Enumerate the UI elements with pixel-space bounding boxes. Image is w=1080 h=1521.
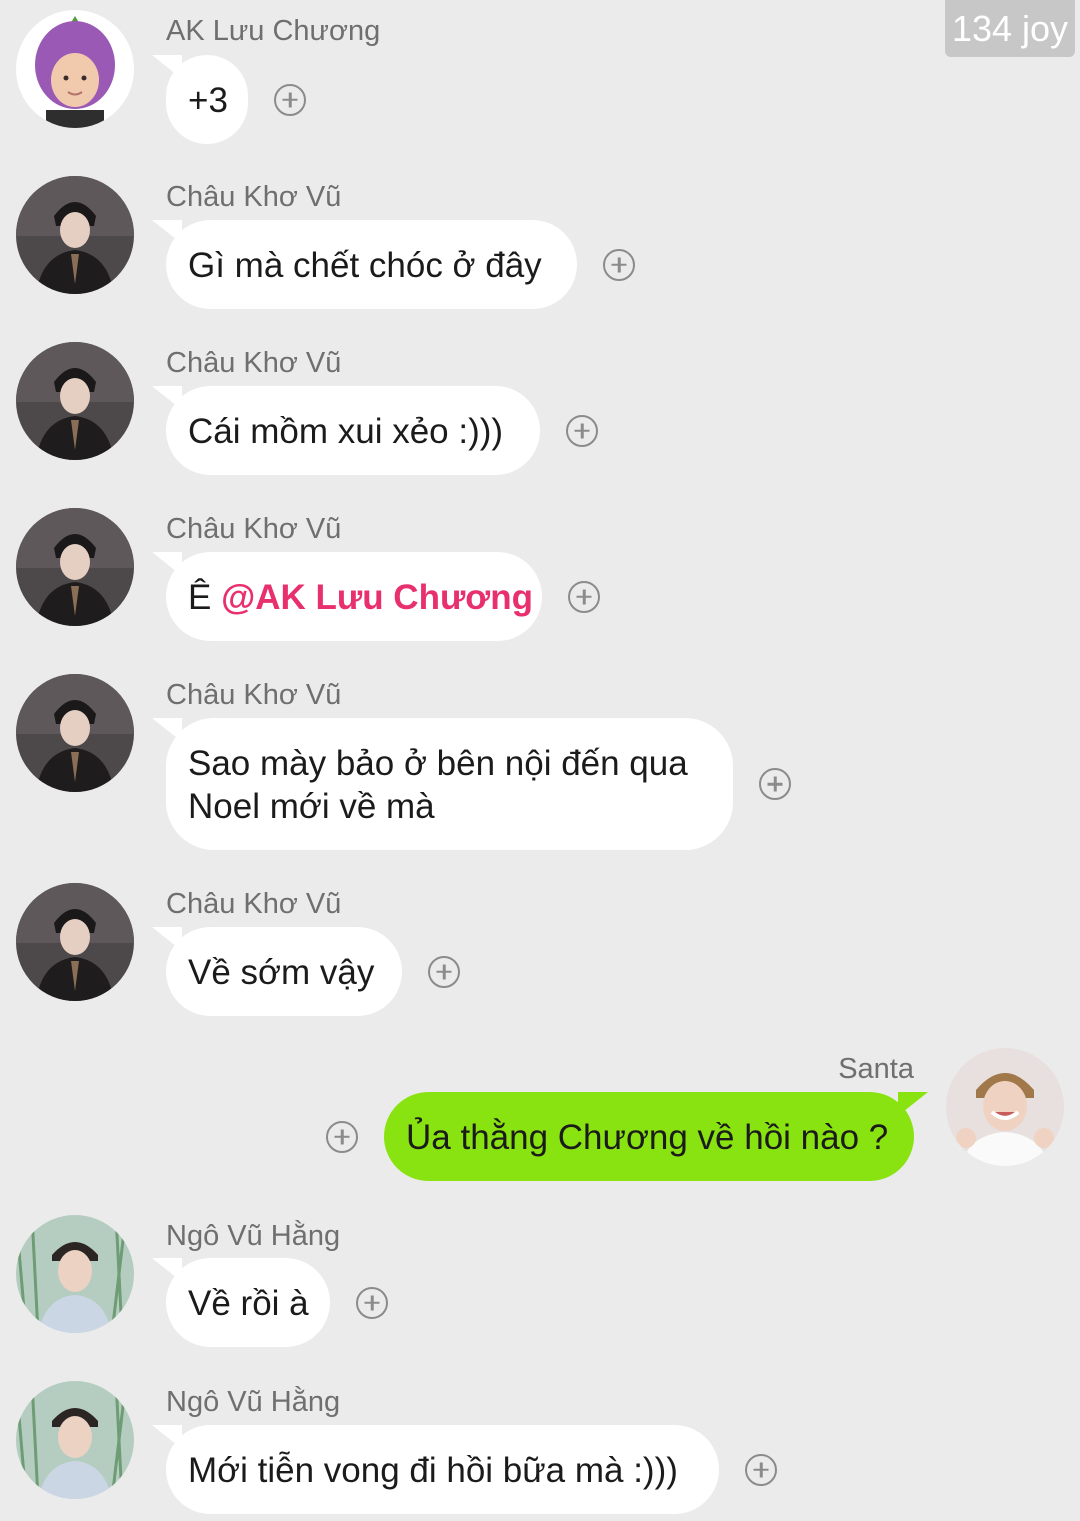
- avatar-outdoor-boy: [16, 1381, 134, 1499]
- message-bubble[interactable]: Về sớm vậy: [166, 927, 402, 1016]
- avatar-eggplant-hat: [16, 10, 134, 128]
- add-reaction-icon[interactable]: [603, 248, 635, 281]
- avatar[interactable]: [16, 674, 134, 792]
- message-text: Cái mồm xui xẻo :))): [188, 412, 504, 451]
- avatar[interactable]: [16, 1215, 134, 1333]
- avatar-dark-suit: [16, 508, 134, 626]
- avatar[interactable]: [16, 1381, 134, 1499]
- message-text: Về rồi à: [188, 1284, 309, 1323]
- avatar-dark-suit: [16, 176, 134, 294]
- add-reaction-icon[interactable]: [274, 83, 306, 116]
- message-bubble[interactable]: Cái mồm xui xẻo :))): [166, 386, 540, 475]
- message-text: Gì mà chết chóc ở đây: [188, 246, 542, 285]
- avatar[interactable]: [946, 1048, 1064, 1166]
- message-bubble[interactable]: Gì mà chết chóc ở đây: [166, 220, 577, 309]
- chat-thread: AK Lưu Chương +3 Châu Khơ Vũ Gì mà chết chó…: [0, 0, 1080, 1521]
- add-reaction-icon[interactable]: [428, 955, 460, 988]
- sender-name: Châu Khơ Vũ: [166, 181, 342, 213]
- avatar[interactable]: [16, 883, 134, 1001]
- avatar[interactable]: [16, 342, 134, 460]
- message-bubble[interactable]: Mới tiễn vong đi hồi bữa mà :))): [166, 1425, 719, 1514]
- add-reaction-icon[interactable]: [326, 1120, 358, 1153]
- message-line: Noel mới về mà: [188, 787, 435, 826]
- add-reaction-icon[interactable]: [745, 1453, 777, 1486]
- avatar-dark-suit: [16, 342, 134, 460]
- avatar-dark-suit: [16, 883, 134, 1001]
- sender-name: Châu Khơ Vũ: [166, 679, 342, 711]
- sender-name: Châu Khơ Vũ: [166, 513, 342, 545]
- message-bubble[interactable]: +3: [166, 55, 248, 144]
- watermark-label: 134 joy: [945, 0, 1075, 57]
- add-reaction-icon[interactable]: [568, 580, 600, 613]
- message-text: Ủa thằng Chương về hồi nào ?: [406, 1118, 889, 1157]
- sender-name: Ngô Vũ Hằng: [166, 1220, 341, 1252]
- avatar-outdoor-boy: [16, 1215, 134, 1333]
- message-bubble[interactable]: Ủa thằng Chương về hồi nào ?: [384, 1092, 914, 1181]
- sender-name: Châu Khơ Vũ: [166, 347, 342, 379]
- add-reaction-icon[interactable]: [566, 414, 598, 447]
- message-text: Ê: [188, 578, 222, 617]
- message-line: Sao mày bảo ở bên nội đến qua: [188, 744, 688, 783]
- sender-name: Santa: [838, 1053, 914, 1085]
- sender-name: AK Lưu Chương: [166, 15, 381, 47]
- message-text: +3: [188, 81, 228, 120]
- add-reaction-icon[interactable]: [759, 768, 791, 800]
- message-bubble[interactable]: Ê @AK Lưu Chương: [166, 552, 542, 641]
- avatar-smiling-boy: [946, 1048, 1064, 1166]
- message-bubble[interactable]: Về rồi à: [166, 1258, 330, 1347]
- avatar[interactable]: [16, 176, 134, 294]
- mention-link[interactable]: @AK Lưu Chương: [221, 578, 533, 617]
- avatar[interactable]: [16, 508, 134, 626]
- message-text: Về sớm vậy: [188, 953, 375, 992]
- avatar-dark-suit: [16, 674, 134, 792]
- avatar[interactable]: [16, 10, 134, 128]
- sender-name: Ngô Vũ Hằng: [166, 1386, 341, 1418]
- message-text: Mới tiễn vong đi hồi bữa mà :))): [188, 1451, 678, 1490]
- add-reaction-icon[interactable]: [356, 1286, 388, 1319]
- sender-name: Châu Khơ Vũ: [166, 888, 342, 920]
- message-bubble[interactable]: Sao mày bảo ở bên nội đến qua Noel mới về…: [166, 718, 733, 850]
